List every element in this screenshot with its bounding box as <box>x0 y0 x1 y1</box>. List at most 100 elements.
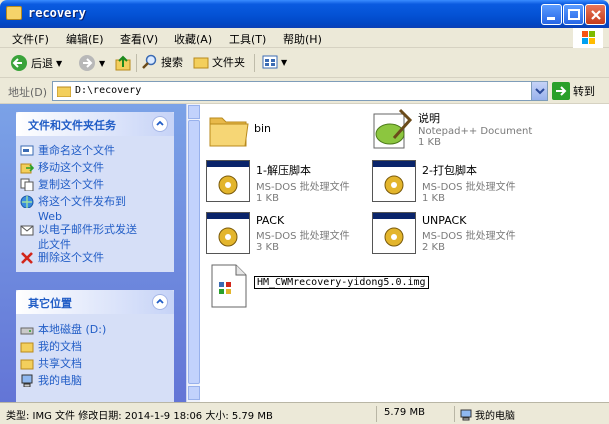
rename-file-task[interactable]: 重命名这个文件 <box>16 143 174 160</box>
file-view: bin 说明 Notepad++ Document 1 KB 1-解压脚本 MS… <box>200 104 609 402</box>
scroll-down-button[interactable] <box>188 386 200 400</box>
file-type: MS-DOS 批处理文件 <box>256 231 350 242</box>
folders-icon <box>193 57 209 69</box>
task-pane-scrollbar[interactable] <box>186 104 200 402</box>
toolbar: 后退 ▼ ▼ 搜索 文件夹 ▼ <box>0 48 609 78</box>
file-type: MS-DOS 批处理文件 <box>422 231 516 242</box>
scroll-thumb[interactable] <box>188 120 200 384</box>
window-title: recovery <box>28 6 86 20</box>
delete-icon <box>21 252 33 264</box>
place-label: 我的电脑 <box>38 374 82 387</box>
task-pane: 文件和文件夹任务 重命名这个文件 移动这个文件 复制这个文件 将这个文件发布到 … <box>0 104 200 402</box>
up-folder-icon <box>115 55 131 71</box>
views-dropdown-icon: ▼ <box>281 57 288 67</box>
rename-icon <box>20 145 34 156</box>
menu-help[interactable]: 帮助(H) <box>283 31 322 47</box>
collapse-chevron-icon[interactable] <box>152 116 168 132</box>
menu-view[interactable]: 查看(V) <box>120 31 158 47</box>
email-icon <box>20 225 34 236</box>
file-size: 1 KB <box>256 193 279 204</box>
file-name: PACK <box>256 214 285 227</box>
folders-button[interactable]: 文件夹 <box>193 54 245 70</box>
file-tasks-title: 文件和文件夹任务 <box>28 119 116 132</box>
file-size: 3 KB <box>256 242 279 253</box>
status-divider <box>454 406 455 422</box>
collapse-chevron-icon[interactable] <box>152 294 168 310</box>
task-label: 以电子邮件形式发送 <box>38 223 137 236</box>
place-my-computer[interactable]: 我的电脑 <box>16 373 174 390</box>
maximize-button[interactable] <box>563 4 584 25</box>
file-tasks-panel: 文件和文件夹任务 重命名这个文件 移动这个文件 复制这个文件 将这个文件发布到 … <box>16 112 174 272</box>
other-places-header[interactable]: 其它位置 <box>16 290 174 314</box>
menu-bar: 文件(F) 编辑(E) 查看(V) 收藏(A) 工具(T) 帮助(H) <box>0 28 609 48</box>
local-disk-icon <box>20 327 34 335</box>
file-item-recovery-img[interactable]: HM_CWMrecovery-yidong5.0.img <box>210 264 429 308</box>
copy-file-task[interactable]: 复制这个文件 <box>16 177 174 194</box>
forward-button[interactable]: ▼ <box>78 54 105 72</box>
publish-web-task[interactable]: 将这个文件发布到 Web <box>16 194 174 223</box>
close-button[interactable] <box>585 4 606 25</box>
img-file-icon <box>211 264 247 308</box>
place-shared-documents[interactable]: 共享文档 <box>16 356 174 373</box>
file-item-pack-script[interactable]: 2-打包脚本 MS-DOS 批处理文件 1 KB <box>372 160 516 204</box>
back-label: 后退 <box>31 57 53 70</box>
file-tasks-header[interactable]: 文件和文件夹任务 <box>16 112 174 136</box>
forward-dropdown-icon[interactable]: ▼ <box>99 59 105 68</box>
views-icon <box>262 55 278 69</box>
file-size: 2 KB <box>422 242 445 253</box>
rename-field[interactable]: HM_CWMrecovery-yidong5.0.img <box>254 276 429 289</box>
other-places-title: 其它位置 <box>28 297 72 310</box>
copy-icon <box>20 178 34 191</box>
menu-favorites[interactable]: 收藏(A) <box>174 31 212 47</box>
file-item-unpack[interactable]: UNPACK MS-DOS 批处理文件 2 KB <box>372 212 516 254</box>
folder-icon <box>57 86 71 97</box>
menu-edit[interactable]: 编辑(E) <box>66 31 104 47</box>
minimize-button[interactable] <box>541 4 562 25</box>
move-file-task[interactable]: 移动这个文件 <box>16 160 174 177</box>
task-label: 复制这个文件 <box>38 178 104 191</box>
status-size: 5.79 MB <box>384 407 425 418</box>
file-name: 2-打包脚本 <box>422 164 477 177</box>
up-folder-button[interactable] <box>114 54 132 72</box>
my-documents-icon <box>20 342 34 353</box>
menu-file[interactable]: 文件(F) <box>12 31 49 47</box>
status-location: 我的电脑 <box>460 407 515 422</box>
email-file-task[interactable]: 以电子邮件形式发送 此文件 <box>16 222 174 251</box>
task-label: 移动这个文件 <box>38 161 104 174</box>
publish-web-icon <box>20 195 34 208</box>
address-value: D:\recovery <box>75 85 142 96</box>
go-arrow-icon <box>552 82 570 100</box>
search-button[interactable]: 搜索 <box>142 54 183 70</box>
place-label: 共享文档 <box>38 357 82 370</box>
delete-file-task[interactable]: 删除这个文件 <box>16 250 174 267</box>
file-item-pack[interactable]: PACK MS-DOS 批处理文件 3 KB <box>206 212 350 254</box>
file-item-readme[interactable]: 说明 Notepad++ Document 1 KB <box>370 108 532 152</box>
file-name: bin <box>254 122 272 135</box>
file-item-unpack-script[interactable]: 1-解压脚本 MS-DOS 批处理文件 1 KB <box>206 160 350 204</box>
file-item-bin[interactable]: bin <box>208 110 271 150</box>
forward-arrow-icon <box>79 55 95 71</box>
address-dropdown-button[interactable] <box>531 82 547 100</box>
task-label: 将这个文件发布到 <box>38 195 126 208</box>
address-input[interactable]: D:\recovery <box>52 81 548 101</box>
explorer-window: recovery 文件(F) 编辑(E) 查看(V) 收藏(A) 工具(T) 帮… <box>0 0 609 424</box>
place-local-disk[interactable]: 本地磁盘 (D:) <box>16 322 174 339</box>
go-button[interactable]: 转到 <box>552 82 595 100</box>
back-button[interactable]: 后退 ▼ <box>10 54 62 72</box>
views-button[interactable]: ▼ <box>262 54 287 70</box>
my-computer-icon <box>460 409 472 420</box>
batch-file-icon <box>206 212 250 254</box>
scroll-up-button[interactable] <box>188 105 200 119</box>
search-icon <box>142 54 157 69</box>
status-bar: 类型: IMG 文件 修改日期: 2014-1-9 18:06 大小: 5.79… <box>0 402 609 424</box>
menu-tools[interactable]: 工具(T) <box>229 31 266 47</box>
file-name: 说明 <box>418 112 440 125</box>
back-dropdown-icon[interactable]: ▼ <box>56 59 62 68</box>
back-arrow-icon <box>11 55 27 71</box>
move-icon <box>20 163 34 174</box>
place-label: 我的文档 <box>38 340 82 353</box>
other-places-panel: 其它位置 本地磁盘 (D:) 我的文档 共享文档 我的电脑 <box>16 290 174 402</box>
place-my-documents[interactable]: 我的文档 <box>16 339 174 356</box>
title-bar[interactable]: recovery <box>0 0 609 28</box>
batch-file-icon <box>206 160 250 202</box>
